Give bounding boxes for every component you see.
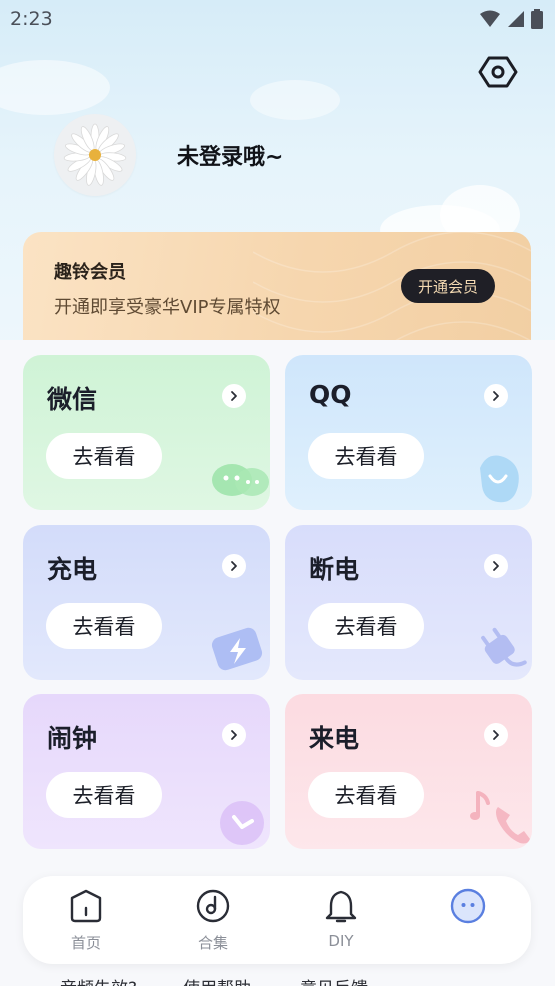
chevron-right-icon[interactable] [222,723,246,747]
login-prompt[interactable]: 未登录哦~ [177,139,283,171]
view-button[interactable]: 去看看 [308,772,424,818]
nav-label: 首页 [70,934,101,952]
nav-label: 合集 [197,934,228,952]
nav-collection[interactable]: 合集 [173,886,253,958]
qq-penguin-icon [480,455,519,503]
alarm-clock-icon [220,801,264,845]
daisy-icon [63,123,127,186]
profile-face-icon [450,888,486,924]
view-button[interactable]: 去看看 [308,603,424,649]
wifi-icon [480,10,500,27]
gear-icon [478,56,518,88]
nav-label: DIY [328,932,354,950]
avatar[interactable] [54,114,136,196]
card-title: 充电 [47,555,98,584]
card-title: 闹钟 [47,724,98,753]
battery-charge-icon [211,627,263,671]
bottom-nav: 首页 合集 DIY [23,876,531,964]
signal-icon [508,11,524,27]
nav-home[interactable]: 首页 [46,886,126,958]
status-time: 2:23 [10,8,53,30]
help-link[interactable]: 使用帮助 [183,974,251,986]
chevron-right-icon[interactable] [484,554,508,578]
open-vip-button[interactable]: 开通会员 [401,269,495,303]
bell-icon [325,890,357,923]
view-button[interactable]: 去看看 [46,433,162,479]
cloud-decoration [250,80,340,120]
chevron-right-icon[interactable] [484,384,508,408]
home-icon [70,889,102,923]
view-button[interactable]: 去看看 [308,433,424,479]
card-title: QQ [309,380,352,409]
nav-profile[interactable] [428,886,508,958]
cloud-decoration [0,60,110,115]
plug-icon [481,627,527,667]
settings-button[interactable] [476,50,520,94]
card-title: 来电 [309,724,360,753]
battery-icon [531,9,543,29]
category-card-qq[interactable]: QQ 去看看 [285,355,532,510]
vip-subtitle: 开通即享受豪华VIP专属特权 [54,297,281,318]
phone-music-icon [470,791,530,844]
audio-invalid-link[interactable]: 音频失效? [60,974,137,986]
category-card-wechat[interactable]: 微信 去看看 [23,355,270,510]
chevron-right-icon[interactable] [484,723,508,747]
chevron-right-icon[interactable] [222,554,246,578]
feedback-link[interactable]: 意见反馈 [300,974,368,986]
chevron-right-icon[interactable] [222,384,246,408]
category-card-power-off[interactable]: 断电 去看看 [285,525,532,680]
status-bar: 2:23 [0,0,555,38]
view-button[interactable]: 去看看 [46,772,162,818]
category-card-charging[interactable]: 充电 去看看 [23,525,270,680]
music-disc-icon [196,889,230,923]
vip-title: 趣铃会员 [54,262,126,283]
category-card-alarm[interactable]: 闹钟 去看看 [23,694,270,849]
view-button[interactable]: 去看看 [46,603,162,649]
card-title: 微信 [47,385,98,414]
category-card-incoming-call[interactable]: 来电 去看看 [285,694,532,849]
card-title: 断电 [309,555,360,584]
nav-diy[interactable]: DIY [301,886,381,958]
wechat-icon [212,464,269,496]
